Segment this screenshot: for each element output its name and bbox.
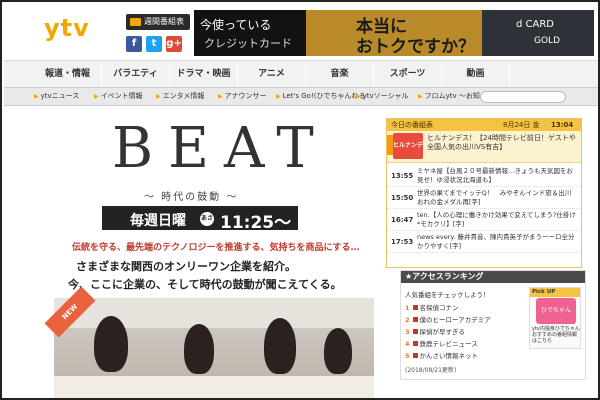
description-line1: さまざまな関西のオンリーワン企業を紹介。	[76, 260, 296, 273]
person-silhouette	[324, 328, 352, 374]
person-silhouette	[184, 324, 214, 374]
pickup-image: ひでちゃん	[536, 298, 576, 324]
page-title: BEAT	[112, 116, 329, 181]
rank-number: 1	[405, 304, 410, 312]
schedule-header: 今日の番組表 8月24日 金 13:04	[387, 119, 581, 131]
rank-icon	[412, 329, 418, 334]
ytv-logo[interactable]: ytv	[44, 14, 90, 42]
rank-title: かんさい情報ネット	[419, 352, 479, 360]
rank-icon	[412, 305, 418, 310]
pickup-header: Pick UP	[530, 288, 580, 297]
ad-right-panel: d CARD GOLD	[482, 10, 594, 56]
today-schedule-panel: 今日の番組表 8月24日 金 13:04 ヒルナンデス ヒルナンデス！【24時間…	[386, 118, 582, 268]
airtime-day: 毎週日曜	[130, 213, 186, 229]
ad-brand2: GOLD	[534, 36, 561, 46]
program-time: 15:50	[391, 194, 414, 202]
program-title: ミヤネ屋【台風２０号最新情報…きょうも天気図をお見せ！ゆ浸状況北海道も】	[417, 167, 573, 184]
nav-anime[interactable]: アニメ	[238, 61, 306, 87]
rank-icon	[412, 317, 418, 322]
nav-sports[interactable]: スポーツ	[374, 61, 442, 87]
rank-title: 鉄鹿テレビニュース	[419, 340, 478, 348]
program-title: news every. 藤井貴音、陳内貴英子がまうーーロ全分かりやすく[字]	[417, 233, 575, 250]
schedule-title: 今日の番組表	[391, 121, 433, 129]
ranking-item[interactable]: 5 かんさい情報ネット	[405, 350, 478, 360]
description-line2: 今、ここに企業の、そして時代の鼓動が聞こえてくる。	[68, 278, 342, 291]
subnav-ytv-news[interactable]: ytvニュース	[34, 91, 80, 101]
program-time: 17:53	[391, 238, 414, 246]
ranking-item[interactable]: 4 鉄鹿テレビニュース	[405, 338, 478, 348]
schedule-date: 8月24日 金	[503, 121, 540, 129]
program-row[interactable]: 15:50 世界の果てまでイッテQ！ みやぞんインド旅＆出川おれの金メダル再[字…	[387, 187, 581, 209]
rank-title: 僕のヒーローアカデミア	[419, 316, 491, 324]
ad-main2: おトクですか？	[356, 37, 475, 56]
ranking-updated-date: (2018/08/21更新)	[405, 367, 457, 374]
page-frame: ytv 週間番組表 f t g+ 今使っている クレジットカード 本当に おトク…	[0, 0, 600, 400]
subnav-events[interactable]: イベント情報	[94, 91, 143, 101]
onair-program[interactable]: ヒルナンデス ヒルナンデス！【24時間テレビ前日！ゲストや全国人気の出川VS有吉…	[387, 131, 581, 175]
program-row[interactable]: 17:53 news every. 藤井貴音、陳内貴英子がまうーーロ全分かりやす…	[387, 231, 581, 253]
pickup-text: ytv内独身ひでちゃんおすすめの番組情報はこちら	[532, 326, 580, 344]
person-silhouette	[264, 318, 296, 374]
program-time: 13:55	[391, 172, 414, 180]
page-subtitle: 〜 時代の鼓動 〜	[144, 192, 239, 203]
rank-number: 5	[405, 352, 410, 360]
airtime-time: 11:25〜	[220, 213, 292, 233]
subnav-ytv-social[interactable]: ytvソーシャル	[356, 91, 409, 101]
schedule-time: 13:04	[551, 121, 574, 129]
ranking-header: ★アクセスランキング	[401, 271, 585, 283]
tagline: 伝統を守る、最先端のテクノロジーを推進する、気持ちを商品にする…	[72, 243, 360, 253]
rank-number: 4	[405, 340, 410, 348]
rank-number: 2	[405, 316, 410, 324]
rank-number: 3	[405, 328, 410, 336]
photo-desk	[54, 376, 374, 398]
rank-title: 探偵が早すぎる	[419, 328, 466, 336]
google-plus-icon[interactable]: g+	[166, 36, 182, 52]
program-title: 世界の果てまでイッテQ！ みやぞんインド旅＆出川おれの金メダル再[字]	[417, 189, 572, 206]
morning-badge: あさ	[200, 212, 214, 226]
ad-banner[interactable]: 今使っている クレジットカード 本当に おトクですか？ d CARD GOLD	[194, 10, 594, 56]
weekly-schedule-button[interactable]: 週間番組表	[126, 14, 190, 30]
onair-text: ヒルナンデス！【24時間テレビ前日！ゲストや全国人気の出川VS有吉】	[427, 134, 576, 151]
tv-icon	[130, 18, 141, 26]
ranking-item[interactable]: 1 名探偵コナン	[405, 302, 459, 312]
program-title: ten.【人の心理に働きかけ効果で変えてしまう?仕掛け*モカクリ】[字]	[417, 211, 576, 228]
onair-thumbnail: ヒルナンデス	[393, 133, 423, 175]
program-row[interactable]: 16:47 ten.【人の心理に働きかけ効果で変えてしまう?仕掛け*モカクリ】[…	[387, 209, 581, 231]
facebook-icon[interactable]: f	[126, 36, 142, 52]
airtime-banner: 毎週日曜 あさ 11:25〜	[102, 206, 298, 233]
subnav-announcer[interactable]: アナウンサー	[218, 91, 267, 101]
sub-navigation: ytvニュース イベント情報 エンタメ情報 アナウンサー Let's Go!(ひ…	[4, 88, 598, 106]
ranking-item[interactable]: 3 探偵が早すぎる	[405, 326, 465, 336]
twitter-icon[interactable]: t	[146, 36, 162, 52]
ad-line2: クレジットカード	[204, 37, 292, 50]
nav-drama[interactable]: ドラマ・映画	[170, 61, 238, 87]
nav-video[interactable]: 動画	[442, 61, 510, 87]
rank-icon	[412, 353, 418, 358]
nav-music[interactable]: 音楽	[306, 61, 374, 87]
ad-brand1: d CARD	[516, 19, 554, 30]
rank-icon	[412, 341, 418, 346]
ad-line1: 今使っている	[200, 18, 272, 32]
weekly-schedule-label: 週間番組表	[144, 17, 184, 26]
nav-variety[interactable]: バラエティ	[102, 61, 170, 87]
pickup-box[interactable]: Pick UP ひでちゃん ytv内独身ひでちゃんおすすめの番組情報はこちら	[529, 287, 581, 349]
rank-title: 名探偵コナン	[419, 304, 459, 312]
program-time: 16:47	[391, 216, 414, 224]
site-header: ytv 週間番組表 f t g+ 今使っている クレジットカード 本当に おトク…	[4, 4, 598, 60]
ad-middle-panel: 本当に おトクですか？	[306, 10, 482, 56]
subnav-entame[interactable]: エンタメ情報	[156, 91, 205, 101]
program-row[interactable]: 13:55 ミヤネ屋【台風２０号最新情報…きょうも天気図をお見せ！ゆ浸状況北海道…	[387, 165, 581, 187]
ranking-item[interactable]: 2 僕のヒーローアカデミア	[405, 314, 491, 324]
feature-photo[interactable]	[54, 298, 374, 398]
access-ranking-panel: ★アクセスランキング 人気番組をチェックしよう！ 1 名探偵コナン 2 僕のヒーロー…	[400, 270, 586, 380]
person-silhouette	[94, 316, 128, 372]
search-input[interactable]	[480, 91, 566, 103]
ad-left-panel: 今使っている クレジットカード	[194, 10, 306, 56]
nav-news[interactable]: 報道・情報	[34, 61, 102, 87]
subnav-letsgo[interactable]: Let's Go!(ひでちゃんねる	[276, 91, 366, 101]
ranking-subtitle: 人気番組をチェックしよう！	[405, 291, 490, 299]
main-navigation: 報道・情報 バラエティ ドラマ・映画 アニメ 音楽 スポーツ 動画	[4, 60, 598, 88]
